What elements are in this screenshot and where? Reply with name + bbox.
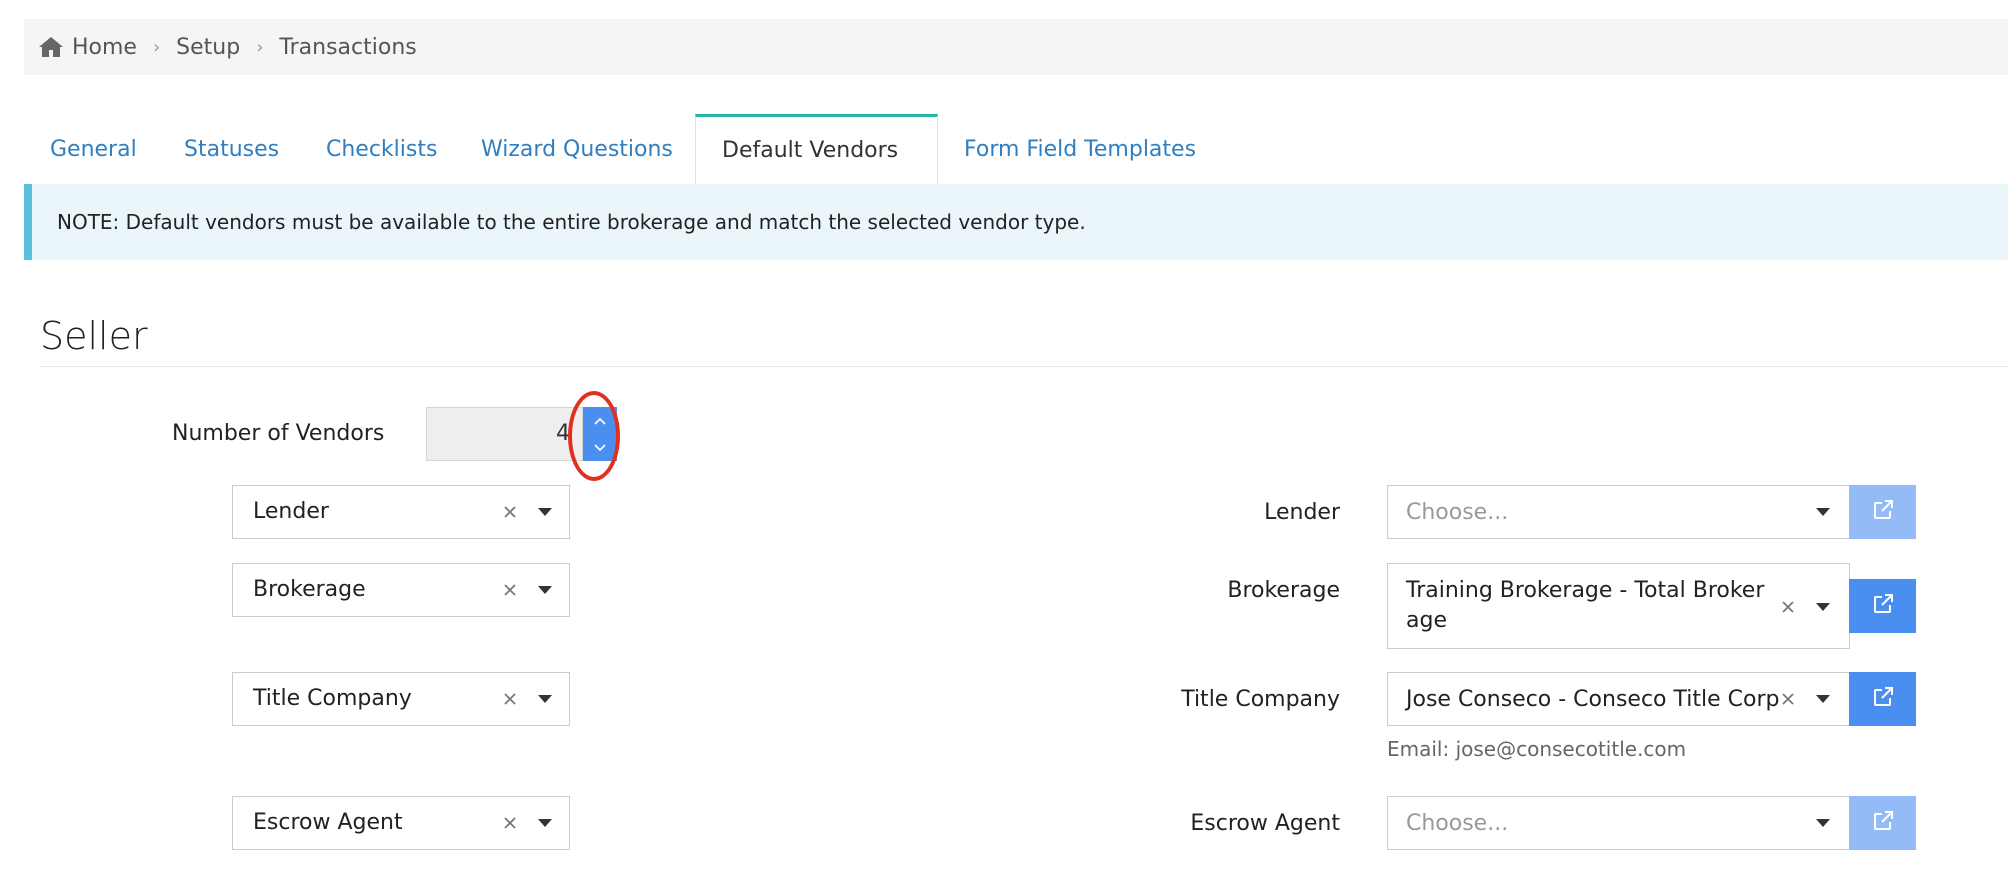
caret-down-icon[interactable] — [533, 581, 557, 599]
vendor-label-brokerage: Brokerage — [1227, 578, 1340, 603]
number-of-vendors-label: Number of Vendors — [172, 421, 385, 446]
open-vendor-button-lender[interactable] — [1849, 485, 1916, 539]
info-note: NOTE: Default vendors must be available … — [24, 184, 2008, 260]
vendor-type-value: Brokerage — [253, 577, 366, 602]
caret-down-icon[interactable] — [533, 690, 557, 708]
vendor-label-escrow-agent: Escrow Agent — [1190, 811, 1340, 836]
external-link-icon — [1871, 809, 1895, 837]
chevron-right-icon: › — [152, 36, 161, 58]
vendor-label-title-company: Title Company — [1181, 687, 1340, 712]
clear-icon[interactable] — [1775, 594, 1801, 620]
caret-down-icon[interactable] — [533, 814, 557, 832]
caret-down-icon[interactable] — [1811, 503, 1835, 521]
breadcrumb-setup[interactable]: Setup — [176, 35, 240, 60]
home-icon[interactable] — [38, 35, 64, 59]
tab-general[interactable]: General — [24, 114, 163, 184]
vendor-select-value: Jose Conseco - Conseco Title Corp — [1406, 687, 1780, 712]
vendor-type-select-1[interactable]: Lender — [232, 485, 570, 539]
open-vendor-button-escrow-agent[interactable] — [1849, 796, 1916, 850]
clear-icon[interactable] — [497, 810, 523, 836]
caret-down-icon[interactable] — [1811, 598, 1835, 616]
breadcrumb-transactions: Transactions — [279, 34, 417, 60]
clear-icon[interactable] — [497, 686, 523, 712]
external-link-icon — [1871, 498, 1895, 526]
vendor-type-select-4[interactable]: Escrow Agent — [232, 796, 570, 850]
tab-wizard-questions[interactable]: Wizard Questions — [455, 114, 699, 184]
external-link-icon — [1871, 685, 1895, 713]
vendor-type-select-2[interactable]: Brokerage — [232, 563, 570, 617]
vendor-select-value: Choose... — [1406, 500, 1509, 525]
vendor-label-lender: Lender — [1264, 500, 1340, 525]
vendor-select-title-company[interactable]: Jose Conseco - Conseco Title Corp — [1387, 672, 1850, 726]
vendor-select-lender[interactable]: Choose... — [1387, 485, 1850, 539]
section-divider — [40, 366, 2008, 367]
vendor-select-brokerage[interactable]: Training Brokerage - Total Brokerage — [1387, 563, 1850, 649]
caret-down-icon[interactable] — [1811, 690, 1835, 708]
vendor-select-escrow-agent[interactable]: Choose... — [1387, 796, 1850, 850]
vendor-email-note: Email: jose@consecotitle.com — [1387, 737, 1687, 761]
tab-statuses[interactable]: Statuses — [158, 114, 305, 184]
caret-down-icon[interactable] — [533, 503, 557, 521]
vendor-type-value: Title Company — [253, 686, 412, 711]
caret-down-icon[interactable] — [1811, 814, 1835, 832]
external-link-icon — [1871, 592, 1895, 620]
vendor-select-value: Choose... — [1406, 811, 1509, 836]
clear-icon[interactable] — [497, 577, 523, 603]
vendor-type-select-3[interactable]: Title Company — [232, 672, 570, 726]
clear-icon[interactable] — [1775, 686, 1801, 712]
tab-checklists[interactable]: Checklists — [300, 114, 463, 184]
number-of-vendors-input[interactable]: 4 — [426, 407, 583, 461]
highlight-ring — [568, 391, 620, 481]
chevron-right-icon: › — [256, 36, 264, 58]
tab-form-field-templates[interactable]: Form Field Templates — [938, 114, 1222, 184]
vendor-select-value: Training Brokerage - Total Brokerage — [1406, 578, 1765, 633]
section-title: Seller — [40, 314, 148, 358]
open-vendor-button-brokerage[interactable] — [1849, 579, 1916, 633]
open-vendor-button-title-company[interactable] — [1849, 672, 1916, 726]
vendor-type-value: Escrow Agent — [253, 810, 403, 835]
breadcrumb-home[interactable]: Home — [72, 35, 137, 60]
tab-bar: General Statuses Checklists Wizard Quest… — [24, 114, 2008, 185]
clear-icon[interactable] — [497, 499, 523, 525]
vendor-type-value: Lender — [253, 499, 329, 524]
breadcrumb: Home › Setup › Transactions — [24, 19, 2008, 75]
tab-default-vendors[interactable]: Default Vendors — [695, 114, 938, 185]
